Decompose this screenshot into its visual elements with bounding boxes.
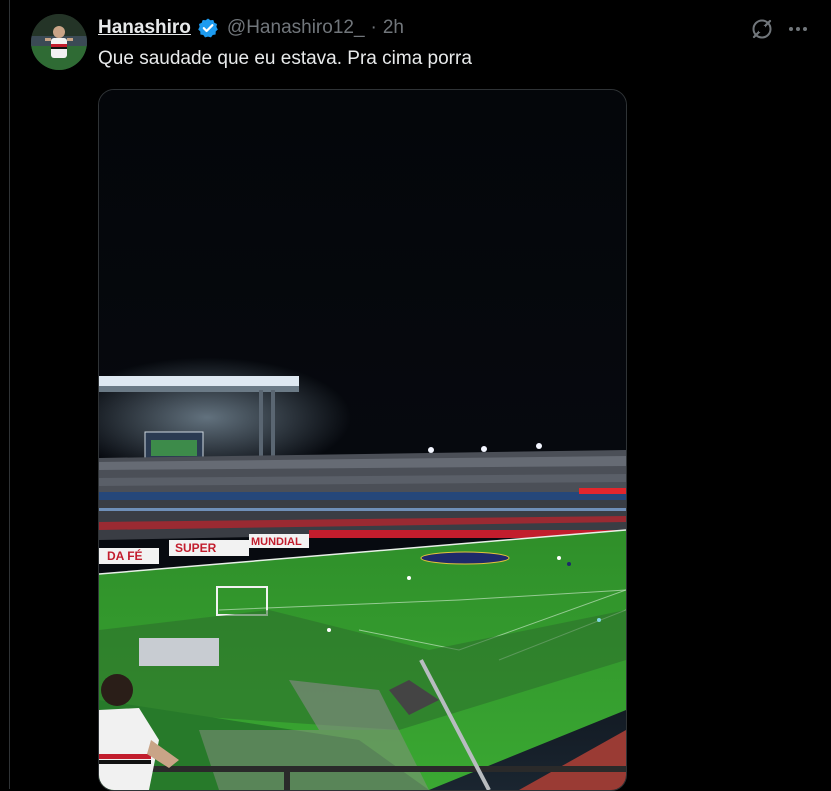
banner-mundial: MUNDIAL bbox=[251, 536, 302, 548]
timeline-left-border bbox=[9, 0, 10, 789]
display-name[interactable]: Hanashiro bbox=[98, 17, 191, 39]
banner-da-fe: DA FÉ bbox=[107, 548, 143, 563]
avatar-image bbox=[31, 14, 87, 70]
tweet-photo[interactable]: DA FÉ SUPER MUNDIAL bbox=[98, 89, 627, 791]
tweet-header: Hanashiro @Hanashiro12_ · 2h bbox=[98, 16, 404, 40]
more-options-icon[interactable] bbox=[786, 17, 810, 41]
banner-super: SUPER bbox=[175, 541, 217, 555]
avatar[interactable] bbox=[31, 14, 87, 70]
grok-icon[interactable] bbox=[750, 17, 774, 41]
stadium-photo: DA FÉ SUPER MUNDIAL bbox=[99, 90, 626, 790]
verified-badge-icon[interactable] bbox=[197, 17, 219, 39]
separator-dot: · bbox=[370, 17, 377, 38]
tweet-text: Que saudade que eu estava. Pra cima porr… bbox=[98, 48, 472, 69]
user-handle[interactable]: @Hanashiro12_ bbox=[227, 17, 365, 39]
tweet-timestamp[interactable]: 2h bbox=[383, 17, 404, 39]
